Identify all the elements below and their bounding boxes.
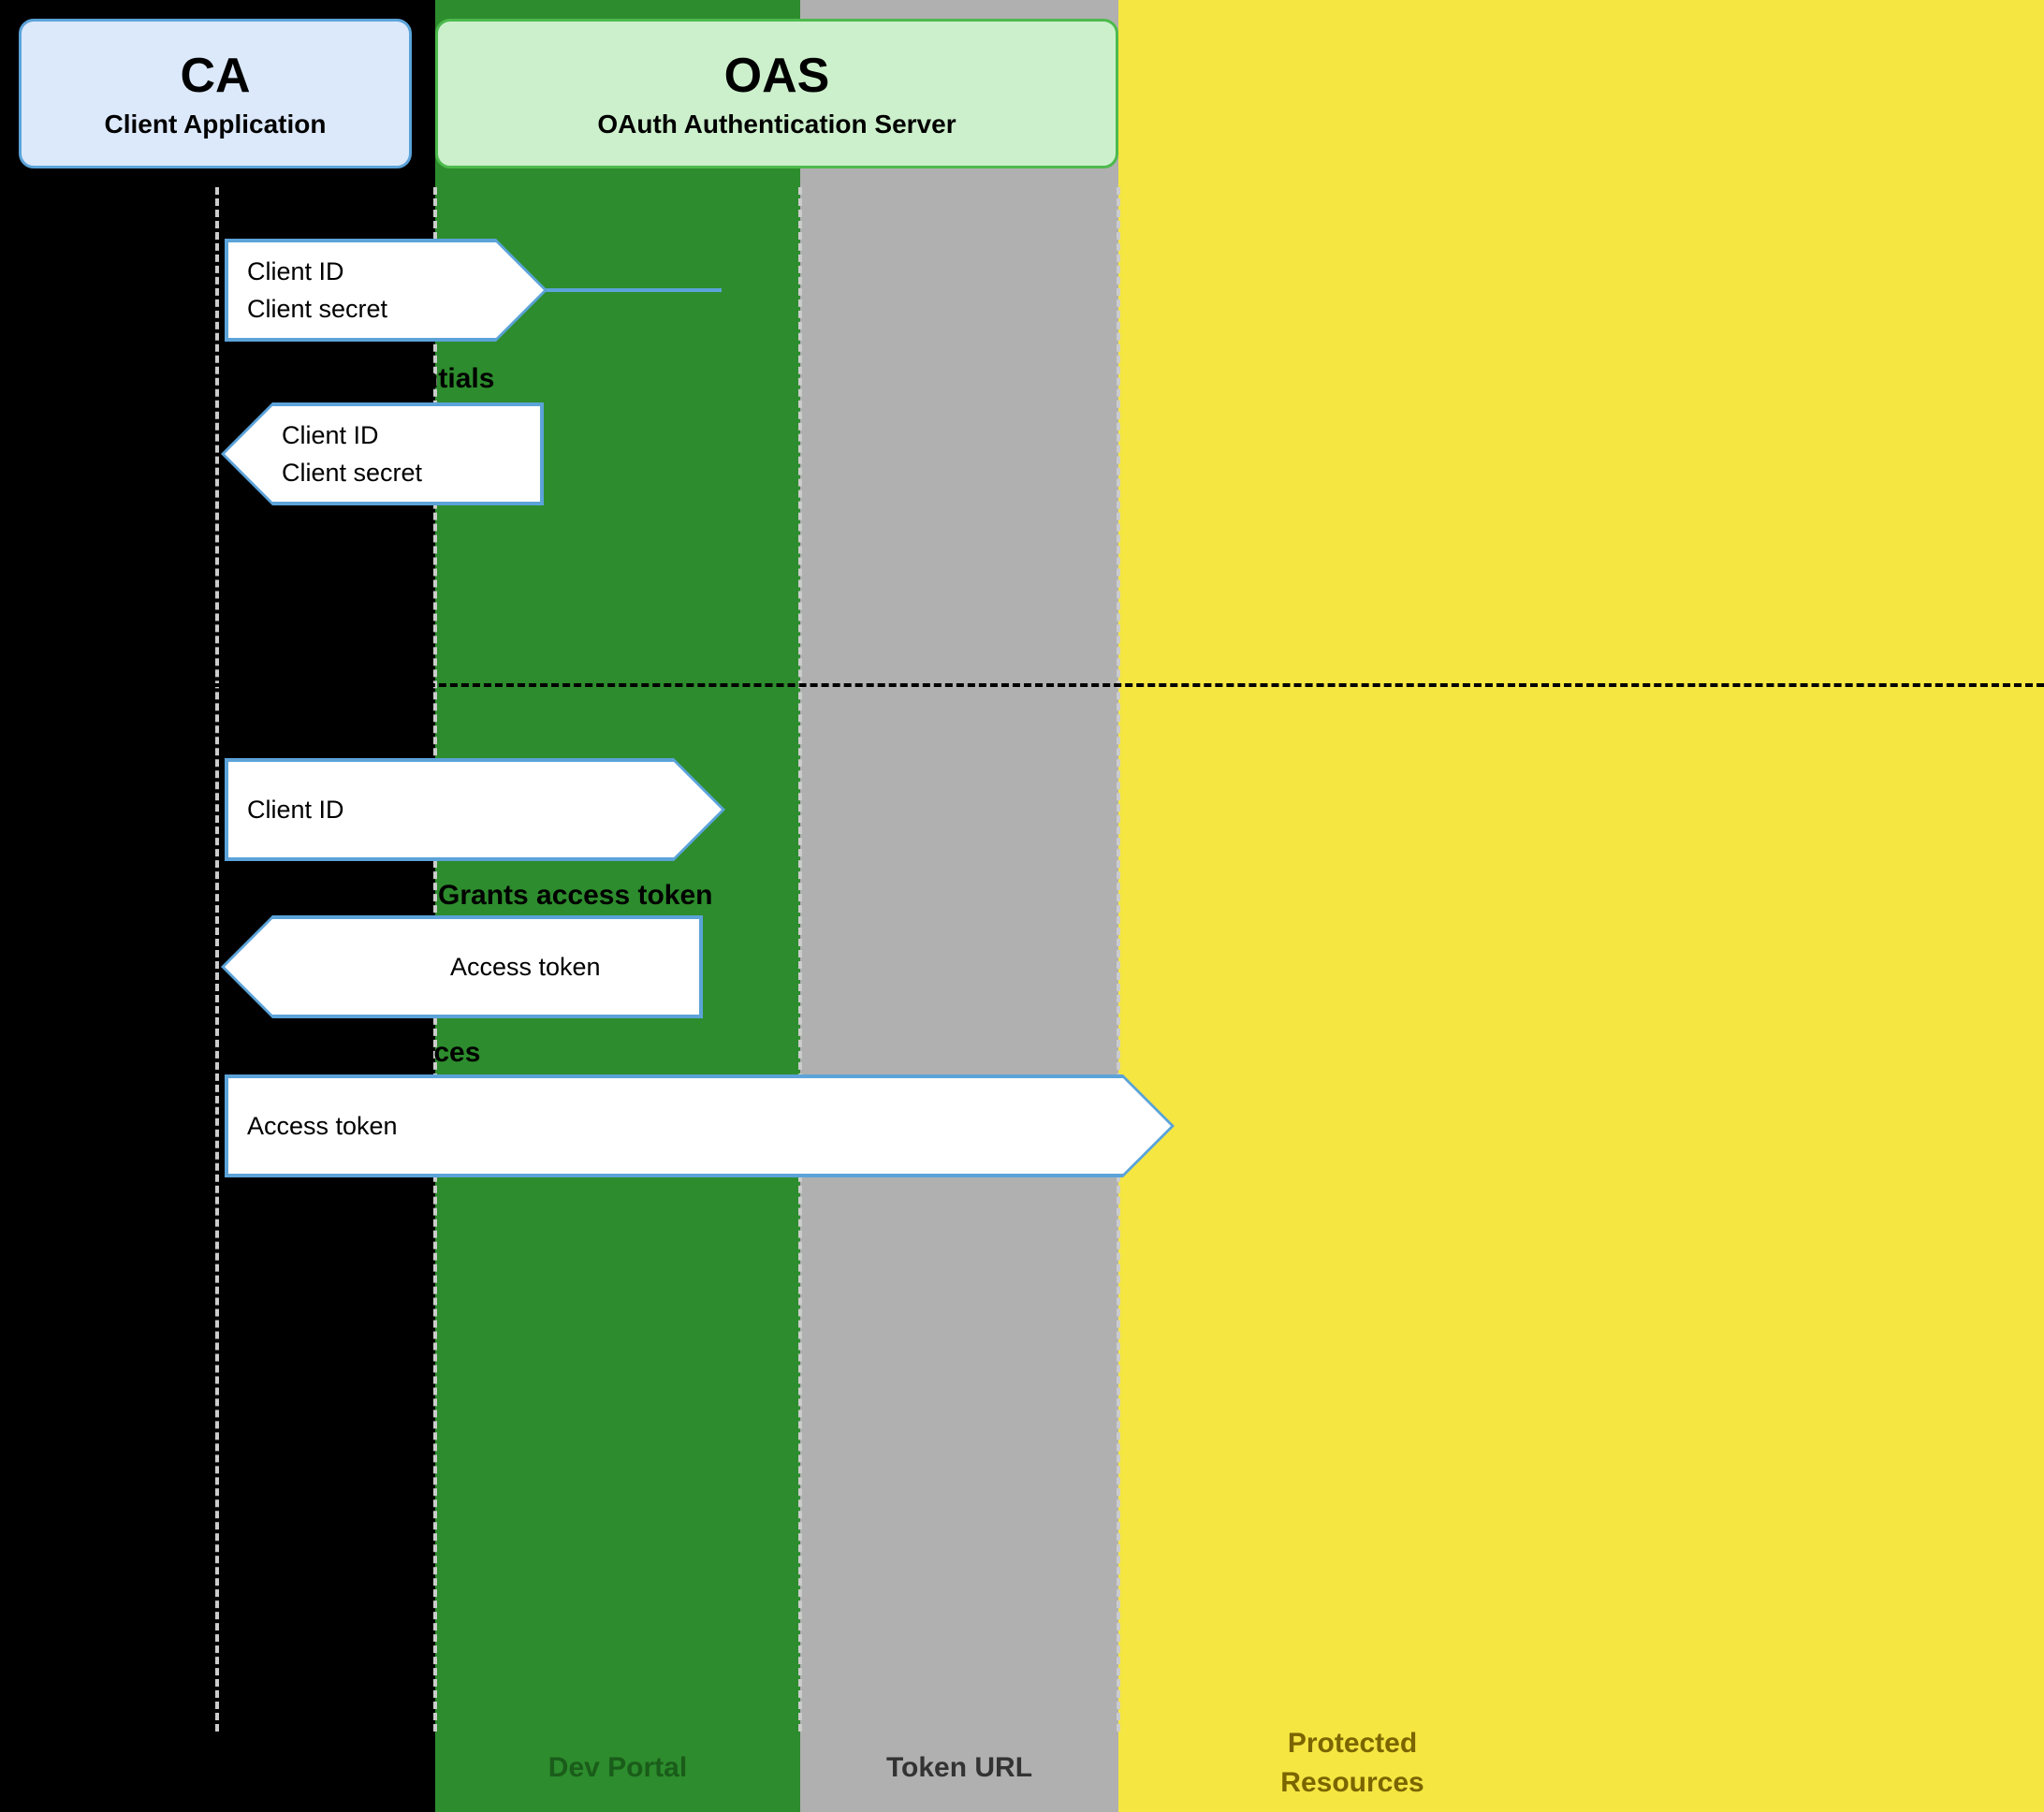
- ca-title: CA: [180, 48, 250, 104]
- arrow2-label: Client ID Client secret: [282, 416, 422, 492]
- oas-subtitle: OAuth Authentication Server: [597, 110, 956, 139]
- arrow4: Access token: [221, 915, 703, 1018]
- arrow5: Access token: [225, 1074, 1175, 1177]
- credentials-label: credentials: [346, 363, 494, 395]
- h-separator-1: [0, 683, 2044, 687]
- col-label-protected: Protected Resources: [1118, 1724, 1586, 1803]
- arrow3-label: Client ID: [247, 791, 344, 829]
- oas-title: OAS: [724, 48, 830, 104]
- dashed-line-oas-right: [1117, 187, 1120, 1732]
- arrow4-label: Access token: [282, 948, 601, 986]
- arrow2: Client ID Client secret: [221, 402, 544, 505]
- header-ca: CA Client Application: [19, 19, 412, 168]
- col-label-devportal: Dev Portal: [435, 1752, 800, 1784]
- arrow5-label: Access token: [247, 1107, 398, 1146]
- header-oas: OAS OAuth Authentication Server: [435, 19, 1118, 168]
- arrow1: Client ID Client secret: [225, 239, 722, 342]
- arrow3: Client ID: [225, 758, 725, 861]
- col-label-tokenurl: Token URL: [800, 1752, 1118, 1784]
- ca-subtitle: Client Application: [105, 110, 327, 139]
- arrow1-label: Client ID Client secret: [247, 253, 387, 329]
- diagram-container: CA Client Application OAS OAuth Authenti…: [0, 0, 2044, 1812]
- dashed-line-ca: [215, 187, 219, 1732]
- dashed-line-oas-middle: [798, 187, 802, 1732]
- col-tokenurl-bg: [800, 0, 1118, 1812]
- grants-label: Grants access token: [438, 880, 712, 912]
- col-protected-bg: [1118, 0, 2044, 1812]
- resources-label: resources: [346, 1037, 480, 1069]
